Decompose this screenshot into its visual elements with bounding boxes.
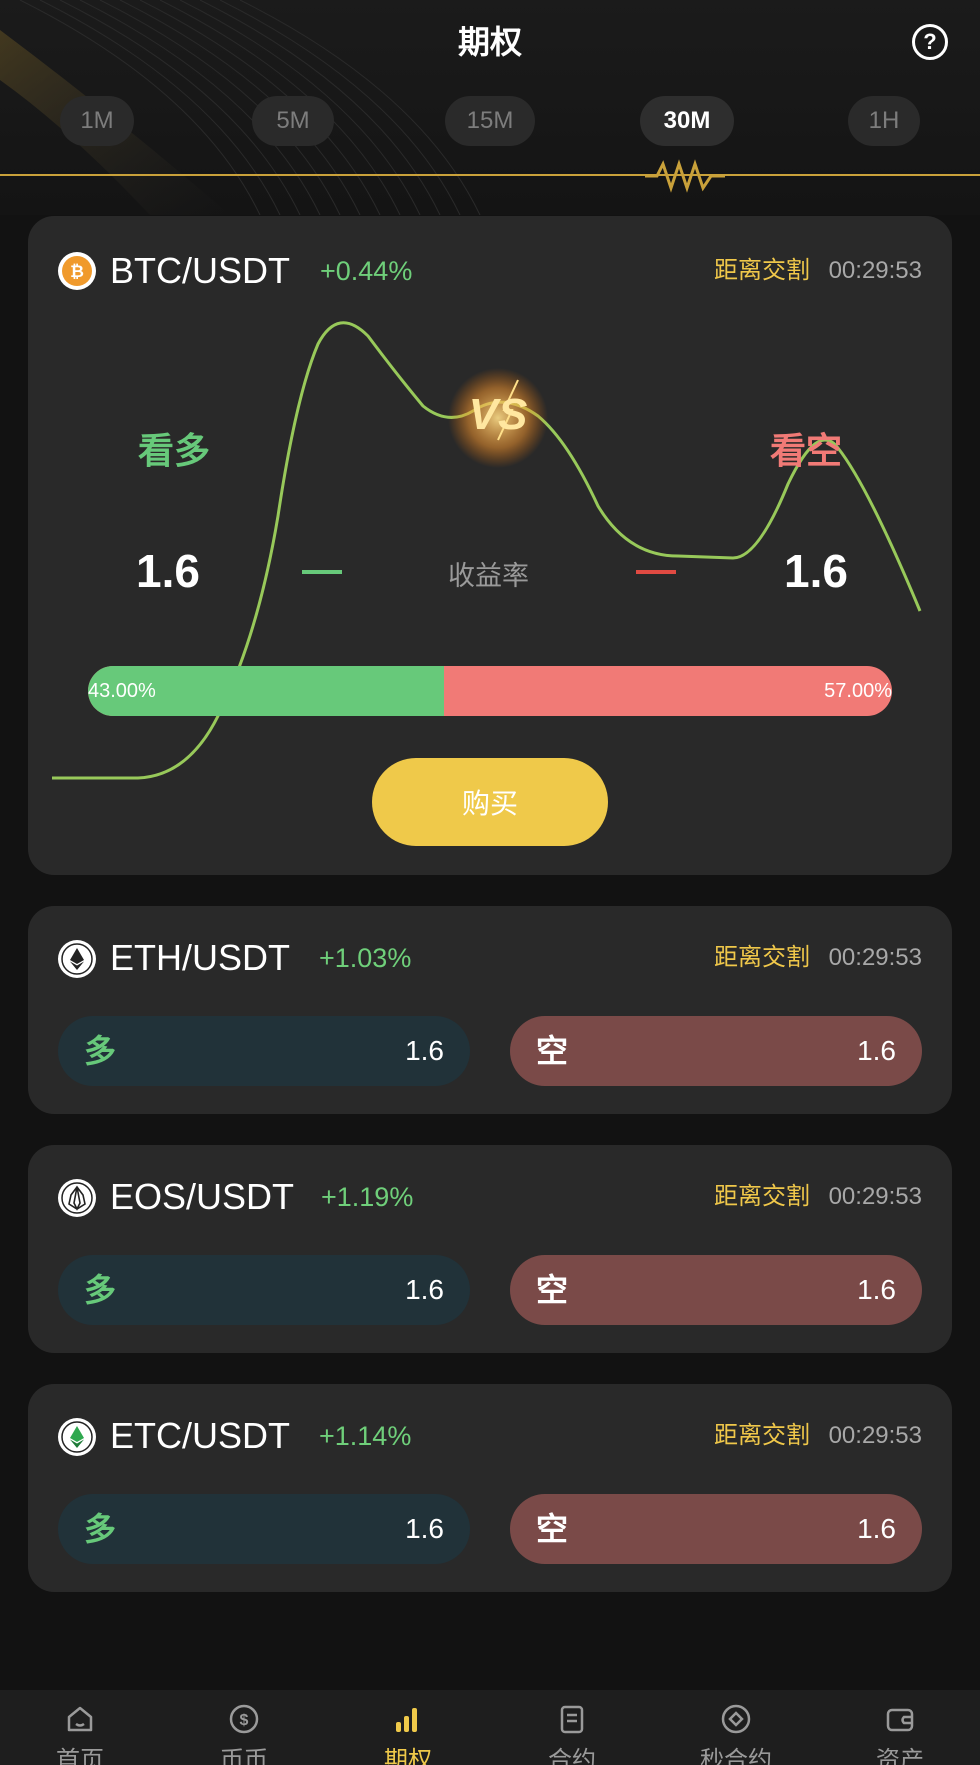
nav-label: 币币	[220, 1747, 268, 1765]
price-change: +1.19%	[321, 1182, 414, 1212]
home-icon	[67, 1706, 93, 1732]
price-change: +1.03%	[319, 943, 412, 973]
wallet-icon	[886, 1708, 914, 1732]
short-button[interactable]: 空 1.6	[510, 1016, 922, 1086]
deliver-label: 距离交割	[714, 1422, 810, 1449]
short-button[interactable]: 空 1.6	[510, 1255, 922, 1325]
deliver-label: 距离交割	[714, 1183, 810, 1210]
nav-contract[interactable]: 合约	[502, 1690, 642, 1765]
bar-chart-icon	[396, 1708, 417, 1732]
long-label: 多	[84, 1511, 117, 1547]
tab-15m[interactable]: 15M	[445, 96, 535, 146]
long-button[interactable]: 多 1.6	[58, 1016, 470, 1086]
nav-label: 秒合约	[700, 1747, 772, 1765]
nav-label: 首页	[56, 1747, 104, 1765]
long-label: 看多	[138, 430, 211, 471]
bottom-nav: 首页 $ 币币 期权 合约 秒合约 资产	[0, 1690, 980, 1765]
nav-home[interactable]: 首页	[10, 1690, 150, 1765]
nav-label: 期权	[384, 1747, 432, 1765]
page-title: 期权	[457, 24, 522, 60]
option-card-eth: ETH/USDT +1.03% 距离交割 00:29:53 多 1.6 空 1.…	[28, 906, 952, 1114]
diamond-icon	[721, 1704, 751, 1734]
nav-spot[interactable]: $ 币币	[174, 1690, 314, 1765]
document-icon	[560, 1705, 584, 1734]
long-rate: 1.6	[405, 1274, 444, 1305]
tab-30m[interactable]: 30M	[640, 96, 734, 146]
rate-label: 收益率	[448, 561, 529, 591]
long-label: 多	[84, 1272, 117, 1308]
short-rate: 1.6	[857, 1513, 896, 1544]
ethereum-icon	[58, 940, 96, 978]
tab-5m[interactable]: 5M	[252, 96, 334, 146]
long-button[interactable]: 多 1.6	[58, 1494, 470, 1564]
vs-badge: VS	[446, 366, 550, 470]
option-card-eos: EOS/USDT +1.19% 距离交割 00:29:53 多 1.6 空 1.…	[28, 1145, 952, 1353]
option-card-etc: ETC/USDT +1.14% 距离交割 00:29:53 多 1.6 空 1.…	[28, 1384, 952, 1592]
nav-label: 合约	[548, 1747, 596, 1765]
dollar-coin-icon: $	[229, 1704, 259, 1734]
short-label: 空	[536, 1033, 569, 1069]
short-rate: 1.6	[857, 1274, 896, 1305]
long-button[interactable]: 多 1.6	[58, 1255, 470, 1325]
active-tab-indicator-icon	[645, 159, 725, 193]
tab-1m[interactable]: 1M	[60, 96, 134, 146]
deliver-countdown: 00:29:53	[828, 1422, 922, 1449]
sentiment-bar: 43.00% 57.00%	[88, 666, 892, 716]
tab-1h[interactable]: 1H	[848, 96, 920, 146]
short-rate: 1.6	[857, 1035, 896, 1066]
long-label: 多	[84, 1033, 117, 1069]
svg-text:$: $	[240, 1712, 249, 1729]
short-label: 空	[536, 1272, 569, 1308]
long-rate: 1.6	[405, 1513, 444, 1544]
help-icon[interactable]: ?	[912, 24, 948, 60]
deliver-label: 距离交割	[714, 944, 810, 971]
short-dash	[636, 570, 676, 574]
vs-text: VS	[468, 390, 528, 439]
eos-icon	[58, 1179, 96, 1217]
short-rate-value: 1.6	[784, 545, 848, 597]
tab-underline	[0, 174, 980, 176]
pair-name: ETC/USDT	[110, 1415, 290, 1456]
featured-option-card: ₿ BTC/USDT +0.44% 距离交割 00:29:53 看多 看空 VS…	[28, 216, 952, 875]
buy-button[interactable]: 购买	[372, 758, 608, 846]
period-tabs: 1M 5M 15M 30M 1H	[0, 96, 980, 146]
pair-name: EOS/USDT	[110, 1176, 295, 1217]
nav-label: 资产	[876, 1747, 924, 1765]
short-percent: 57.00%	[824, 680, 892, 702]
deliver-countdown: 00:29:53	[828, 1183, 922, 1210]
long-rate-value: 1.6	[136, 545, 200, 597]
price-change: +1.14%	[319, 1421, 412, 1451]
deliver-countdown: 00:29:53	[828, 944, 922, 971]
long-dash	[302, 570, 342, 574]
ethereum-classic-icon	[58, 1418, 96, 1456]
pair-name: ETH/USDT	[110, 937, 290, 978]
short-label: 看空	[770, 430, 843, 471]
short-label: 空	[536, 1511, 569, 1547]
long-percent: 43.00%	[88, 680, 156, 702]
long-rate: 1.6	[405, 1035, 444, 1066]
nav-second-contract[interactable]: 秒合约	[666, 1690, 806, 1765]
short-button[interactable]: 空 1.6	[510, 1494, 922, 1564]
nav-options[interactable]: 期权	[338, 1690, 478, 1765]
nav-assets[interactable]: 资产	[830, 1690, 970, 1765]
